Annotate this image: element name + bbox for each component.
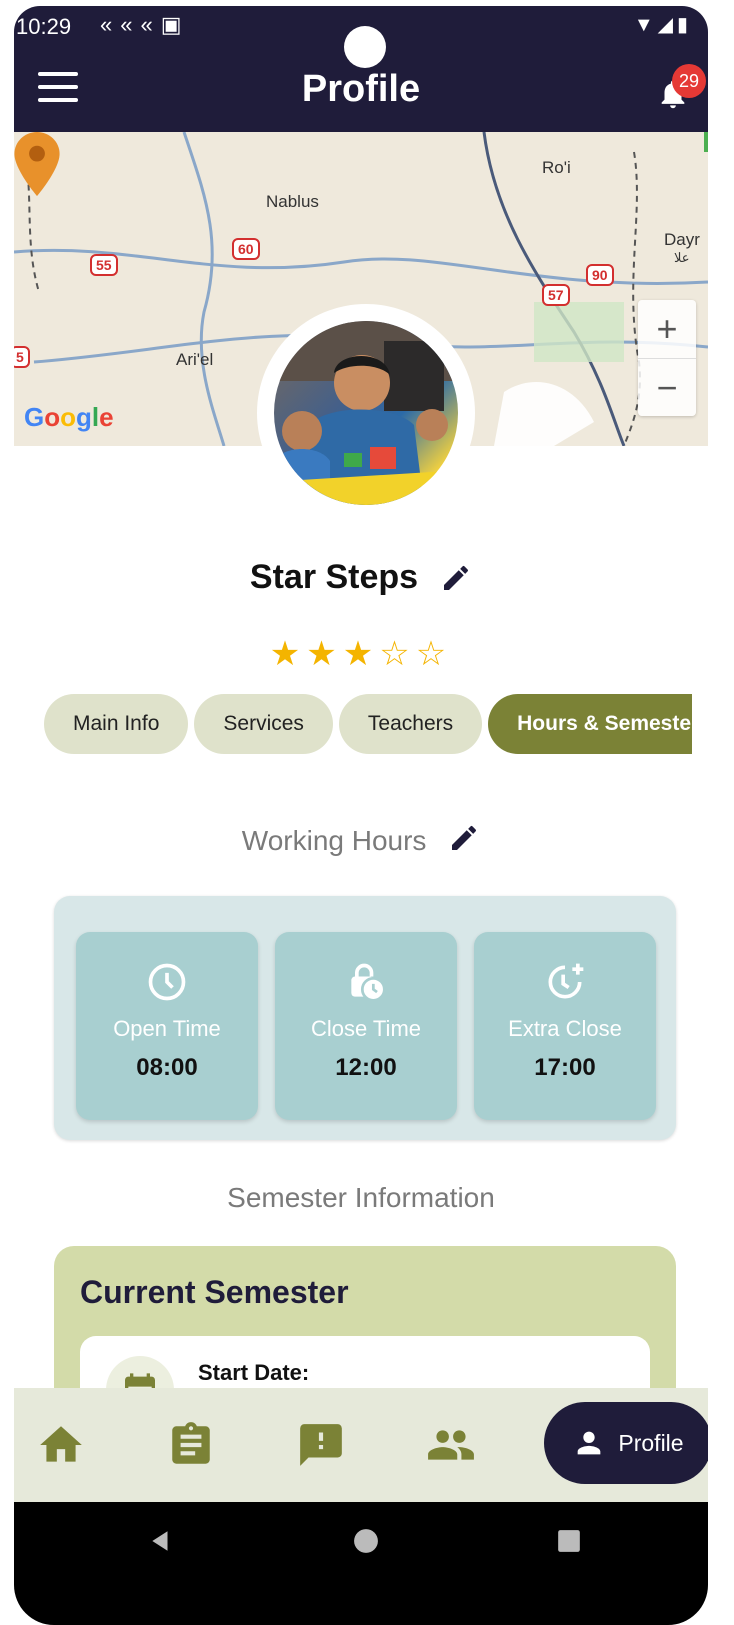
road-shield-55: 55 <box>90 254 118 276</box>
bottom-navigation: Profile <box>14 1388 708 1502</box>
page-title: Profile <box>301 68 421 110</box>
open-time-value: 08:00 <box>136 1054 198 1081</box>
people-icon[interactable] <box>426 1420 476 1470</box>
tab-hours-semesters[interactable]: Hours & Semesters <box>488 694 692 754</box>
current-semester-title: Current Semester <box>80 1274 349 1310</box>
close-time-card: Close Time 12:00 <box>275 932 457 1120</box>
working-hours-title: Working Hours <box>241 825 427 856</box>
star-filled-icon: ★ <box>306 635 343 673</box>
profile-nav-label: Profile <box>618 1429 684 1456</box>
road-shield-57: 57 <box>542 284 570 306</box>
map-label-nablus: Nablus <box>266 192 319 211</box>
road-shield-60: 60 <box>232 238 260 260</box>
back-icon[interactable] <box>148 1528 174 1554</box>
rating-stars: ★★★☆☆ <box>14 634 708 674</box>
profile-nav-button[interactable]: Profile <box>544 1402 708 1484</box>
edit-name-icon[interactable] <box>440 562 472 594</box>
app-header: 10:29 «««▣ ▼◢▮ Profile 29 <box>14 6 708 132</box>
star-empty-icon: ☆ <box>379 635 416 673</box>
camera-cutout <box>344 26 386 68</box>
zoom-in-button[interactable]: + <box>638 300 696 359</box>
profile-tabs: Main Info Services Teachers Hours & Semeste… <box>44 694 692 756</box>
home-circle-icon[interactable] <box>353 1528 379 1554</box>
road-shield-5: 5 <box>14 346 30 368</box>
working-hours-heading: Working Hours <box>14 822 708 857</box>
road-shield-90: 90 <box>586 264 614 286</box>
working-hours-panel: Open Time 08:00 Close Time 12:00 Extra C… <box>54 896 676 1140</box>
extra-close-card: Extra Close 17:00 <box>474 932 656 1120</box>
extra-close-label: Extra Close <box>508 1016 622 1041</box>
assignment-icon[interactable] <box>166 1420 216 1470</box>
open-time-card: Open Time 08:00 <box>76 932 258 1120</box>
star-empty-icon: ☆ <box>415 635 453 673</box>
map-zoom-controls: + − <box>638 300 696 416</box>
status-notification-icons: «««▣ <box>100 12 190 37</box>
close-time-label: Close Time <box>310 1016 422 1041</box>
open-time-label: Open Time <box>113 1016 221 1041</box>
recents-icon[interactable] <box>556 1528 582 1554</box>
tab-services[interactable]: Services <box>194 694 333 754</box>
lock-clock-icon <box>351 963 386 1002</box>
clock-icon <box>148 963 186 1001</box>
tab-main-info[interactable]: Main Info <box>44 694 189 754</box>
location-pin-icon[interactable] <box>14 132 60 196</box>
edit-hours-icon[interactable] <box>448 822 480 854</box>
avatar-photo <box>274 321 458 505</box>
google-logo: Google <box>24 402 114 432</box>
map-label-dayr: Dayr <box>664 230 700 249</box>
app-screen: 10:29 «««▣ ▼◢▮ Profile 29 Nablus Ro'i Da… <box>14 6 708 1625</box>
profile-avatar[interactable] <box>274 321 458 505</box>
status-time: 10:29 <box>16 14 72 39</box>
tab-teachers[interactable]: Teachers <box>338 694 483 754</box>
system-navigation-bar <box>14 1502 708 1625</box>
home-icon[interactable] <box>36 1420 86 1470</box>
profile-name: Star Steps <box>249 558 419 596</box>
name-row: Star Steps <box>14 558 708 597</box>
notification-badge: 29 <box>672 64 706 98</box>
person-icon <box>578 1431 601 1455</box>
star-filled-icon: ★ <box>342 635 380 673</box>
status-system-icons: ▼◢▮ <box>633 14 692 36</box>
feedback-icon[interactable] <box>296 1420 346 1470</box>
zoom-out-button[interactable]: − <box>638 359 696 417</box>
extra-close-value: 17:00 <box>534 1054 596 1081</box>
more-time-icon <box>548 963 584 999</box>
map-label-ariel: Ari'el <box>176 350 214 369</box>
start-date-label: Start Date: <box>198 1360 310 1385</box>
map-label-dayr-arabic: علا <box>674 250 690 265</box>
close-time-value: 12:00 <box>335 1054 397 1081</box>
star-filled-icon: ★ <box>269 635 307 673</box>
semester-info-title: Semester Information <box>227 1182 495 1213</box>
map-label-roi: Ro'i <box>542 158 571 177</box>
